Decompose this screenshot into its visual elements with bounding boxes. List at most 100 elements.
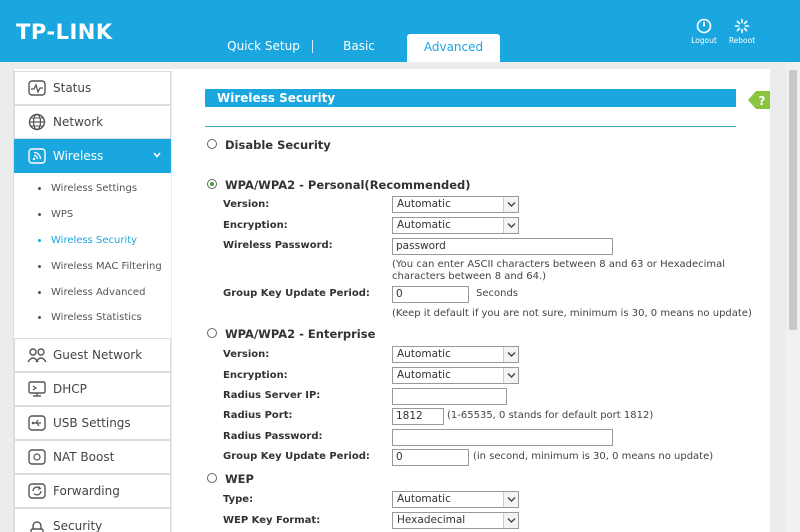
scroll-thumb[interactable] <box>789 70 797 330</box>
select-value: Automatic <box>397 219 451 231</box>
sidebar-item-dhcp[interactable]: DHCP <box>14 372 171 406</box>
sidebar-item-usb-settings[interactable]: USB Settings <box>14 406 171 440</box>
password-note-line-1: (You can enter ASCII characters between … <box>392 259 726 270</box>
personal-gkup-note: (Keep it default if you are not sure, mi… <box>392 308 752 319</box>
sidebar-item-label: Status <box>53 81 92 95</box>
enterprise-version-label: Version: <box>223 349 270 360</box>
radius-server-ip-label: Radius Server IP: <box>223 390 321 401</box>
sidebar-sub-wireless-settings[interactable]: Wireless Settings <box>38 183 137 194</box>
sidebar-item-network[interactable]: Network <box>14 105 171 139</box>
chevron-down-icon <box>153 152 161 158</box>
enterprise-encryption-label: Encryption: <box>223 370 288 381</box>
personal-gkup-unit: Seconds <box>476 288 519 299</box>
select-value: Hexadecimal <box>397 514 466 526</box>
sidebar-item-label: Network <box>53 115 104 129</box>
wep-key-format-label: WEP Key Format: <box>223 515 321 526</box>
sidebar-item-label: USB Settings <box>53 416 131 430</box>
reboot-icon <box>734 18 750 34</box>
wpa-personal-label: WPA/WPA2 - Personal(Recommended) <box>225 178 471 192</box>
sidebar-item-guest-network[interactable]: Guest Network <box>14 338 171 372</box>
wireless-password-input[interactable]: password <box>392 238 613 255</box>
page-scrollbar[interactable] <box>786 62 800 532</box>
enterprise-gkup-note: (in second, minimum is 30, 0 means no up… <box>473 451 714 462</box>
radius-password-input[interactable] <box>392 429 613 446</box>
enterprise-encryption-select[interactable]: Automatic <box>392 367 519 384</box>
wep-radio[interactable] <box>207 473 217 483</box>
radius-password-label: Radius Password: <box>223 431 323 442</box>
sidebar-sub-wireless-advanced[interactable]: Wireless Advanced <box>38 287 145 298</box>
wpa-enterprise-radio[interactable] <box>207 328 217 338</box>
radius-port-input[interactable]: 1812 <box>392 408 444 425</box>
personal-version-label: Version: <box>223 199 270 210</box>
password-note-line-2: characters between 8 and 64.) <box>392 271 547 282</box>
sidebar-item-wireless[interactable]: Wireless <box>14 139 171 173</box>
status-icon <box>27 78 47 98</box>
tab-advanced[interactable]: Advanced <box>407 34 500 62</box>
select-value: Automatic <box>397 493 451 505</box>
sidebar-item-label: NAT Boost <box>53 450 115 464</box>
nat-icon <box>27 447 47 467</box>
enterprise-gkup-label: Group Key Update Period: <box>223 451 370 462</box>
personal-gkup-input[interactable]: 0 <box>392 286 469 303</box>
radius-port-label: Radius Port: <box>223 410 293 421</box>
logout-label: Logout <box>691 36 717 45</box>
usb-icon <box>27 413 47 433</box>
disable-security-label: Disable Security <box>225 138 331 152</box>
tp-link-logo: TP-LINK <box>16 20 113 44</box>
sidebar-item-status[interactable]: Status <box>14 71 171 105</box>
sidebar-item-label: Security <box>53 519 103 532</box>
tab-basic[interactable]: Basic <box>313 34 405 60</box>
help-icon[interactable]: ? <box>748 89 770 111</box>
sidebar-sub-wireless-security[interactable]: Wireless Security <box>38 235 137 246</box>
wireless-password-label: Wireless Password: <box>223 240 333 251</box>
reboot-label: Reboot <box>728 36 756 45</box>
sidebar-item-label: Guest Network <box>53 348 143 362</box>
lock-icon <box>27 519 47 532</box>
personal-version-select[interactable]: Automatic <box>392 196 519 213</box>
radius-server-ip-input[interactable] <box>392 388 507 405</box>
sidebar-item-label: DHCP <box>53 382 87 396</box>
tab-quick-setup[interactable]: Quick Setup <box>215 34 312 60</box>
dhcp-icon <box>27 379 47 399</box>
chevron-down-icon <box>503 347 518 362</box>
power-icon <box>696 18 712 34</box>
logout-button[interactable]: Logout <box>684 18 724 45</box>
globe-icon <box>27 112 47 132</box>
disable-security-radio[interactable] <box>207 139 217 149</box>
radius-port-note: (1-65535, 0 stands for default port 1812… <box>447 410 654 421</box>
chevron-down-icon <box>503 513 518 528</box>
sidebar-item-security[interactable]: Security <box>14 508 171 532</box>
enterprise-gkup-input[interactable]: 0 <box>392 449 469 466</box>
enterprise-version-select[interactable]: Automatic <box>392 346 519 363</box>
reboot-button[interactable]: Reboot <box>722 18 762 45</box>
sidebar-sub-wireless-mac-filtering[interactable]: Wireless MAC Filtering <box>38 261 162 272</box>
personal-gkup-label: Group Key Update Period: <box>223 288 370 299</box>
sidebar: Status Network Wireless Wireless Setting… <box>13 69 171 532</box>
wireless-icon <box>27 146 47 166</box>
forwarding-icon <box>27 481 47 501</box>
sidebar-item-nat-boost[interactable]: NAT Boost <box>14 440 171 474</box>
sidebar-sub-wps[interactable]: WPS <box>38 209 73 220</box>
wep-type-label: Type: <box>223 494 254 505</box>
wpa-enterprise-label: WPA/WPA2 - Enterprise <box>225 327 376 341</box>
wep-label: WEP <box>225 472 254 486</box>
top-tabs: Quick Setup Basic Advanced <box>215 34 500 62</box>
sidebar-item-label: Wireless <box>53 149 104 163</box>
chevron-down-icon <box>503 492 518 507</box>
personal-encryption-select[interactable]: Automatic <box>392 217 519 234</box>
wep-key-format-select[interactable]: Hexadecimal <box>392 512 519 529</box>
sidebar-sub-wireless-statistics[interactable]: Wireless Statistics <box>38 312 142 323</box>
section-divider <box>205 126 736 127</box>
svg-text:?: ? <box>759 94 766 108</box>
select-value: Automatic <box>397 348 451 360</box>
sidebar-item-forwarding[interactable]: Forwarding <box>14 474 171 508</box>
chevron-down-icon <box>503 368 518 383</box>
chevron-down-icon <box>503 218 518 233</box>
wep-type-select[interactable]: Automatic <box>392 491 519 508</box>
page-title: Wireless Security <box>205 89 736 107</box>
personal-encryption-label: Encryption: <box>223 220 288 231</box>
select-value: Automatic <box>397 369 451 381</box>
wpa-personal-radio[interactable] <box>207 179 217 189</box>
chevron-down-icon <box>503 197 518 212</box>
select-value: Automatic <box>397 198 451 210</box>
